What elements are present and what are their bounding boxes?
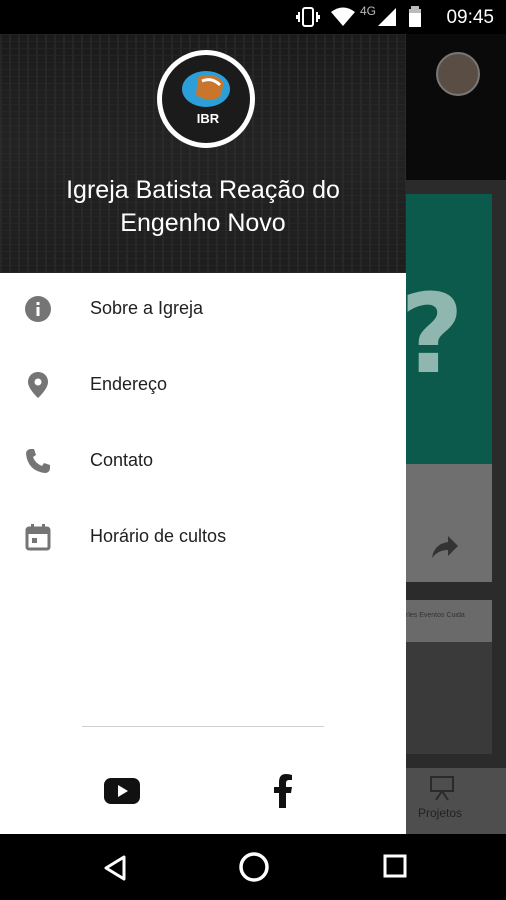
- menu-item-label: Horário de cultos: [90, 526, 227, 546]
- bg-card-2-image: [406, 642, 492, 754]
- info-icon: [25, 296, 51, 322]
- recents-icon[interactable]: [383, 854, 407, 878]
- youtube-icon[interactable]: [104, 778, 140, 804]
- location-pin-icon: [28, 372, 48, 398]
- status-icons: 4G: [296, 4, 426, 28]
- avatar[interactable]: [436, 52, 480, 96]
- facebook-icon[interactable]: [270, 774, 296, 808]
- menu-item-sobre[interactable]: Sobre a Igreja: [0, 273, 406, 349]
- logo-text: IBR: [196, 111, 220, 126]
- signal-icon: [378, 8, 396, 26]
- drawer-menu: Sobre a Igreja Endereço Contato Horário …: [0, 273, 406, 577]
- church-name-line1: Igreja Batista Reação do: [66, 176, 340, 204]
- battery-icon: [409, 6, 421, 27]
- bg-card-footer: [406, 464, 492, 582]
- menu-item-horario[interactable]: Horário de cultos: [0, 501, 406, 577]
- network-type: 4G: [360, 4, 377, 18]
- back-icon[interactable]: [102, 854, 128, 882]
- church-name: Igreja Batista Reação do Engenho Novo: [0, 174, 406, 240]
- question-mark-graphic: ?: [400, 270, 464, 398]
- menu-item-contato[interactable]: Contato: [0, 425, 406, 501]
- logo-icon: [182, 71, 230, 107]
- menu-item-label: Sobre a Igreja: [90, 298, 204, 318]
- menu-item-endereco[interactable]: Endereço: [0, 349, 406, 425]
- divider: [82, 726, 324, 727]
- status-bar: 4G 09:45: [0, 0, 506, 34]
- menu-item-label: Contato: [90, 450, 154, 470]
- status-time: 09:45: [446, 7, 494, 28]
- bottom-nav-label[interactable]: Projetos: [418, 806, 462, 820]
- share-icon[interactable]: [430, 534, 460, 560]
- projector-icon: [430, 776, 454, 801]
- bg-bottom-nav: [406, 768, 506, 834]
- navigation-drawer: IBR Igreja Batista Reação do Engenho Nov…: [0, 34, 406, 834]
- calendar-icon: [25, 524, 51, 551]
- church-logo: IBR: [157, 50, 255, 148]
- vibrate-icon: [296, 7, 320, 27]
- wifi-icon: [331, 7, 355, 26]
- church-name-line2: Engenho Novo: [120, 209, 286, 237]
- navigation-bar: [0, 834, 506, 900]
- bg-card-tabs: rles Eventos Cuida: [406, 612, 465, 619]
- phone-icon: [26, 449, 50, 473]
- drawer-header: IBR Igreja Batista Reação do Engenho Nov…: [0, 34, 406, 273]
- menu-item-label: Endereço: [90, 374, 168, 394]
- home-icon[interactable]: [238, 851, 270, 883]
